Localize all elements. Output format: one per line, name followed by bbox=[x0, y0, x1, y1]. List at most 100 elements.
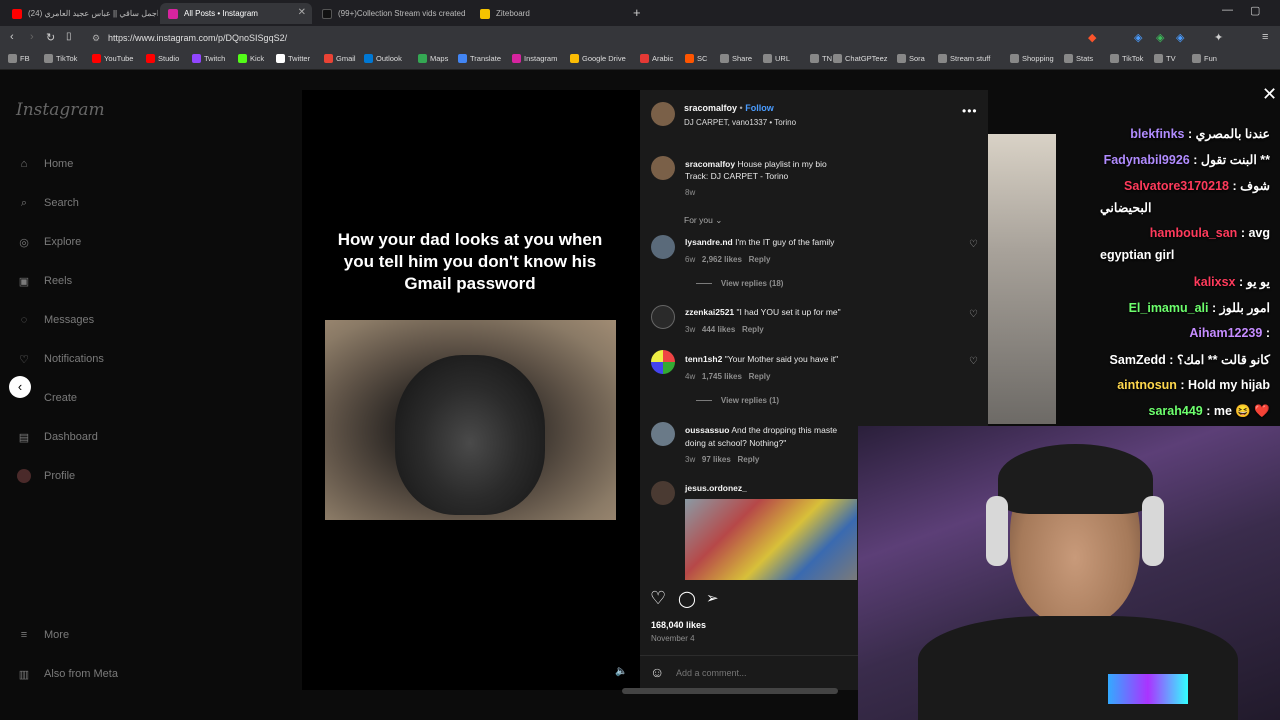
view-replies-button[interactable]: —— View replies (18) bbox=[696, 279, 783, 288]
bookmark-item[interactable]: TikTok bbox=[1110, 54, 1143, 63]
bookmark-item[interactable]: URL bbox=[763, 54, 790, 63]
comment-likes[interactable]: 1,745 likes bbox=[702, 372, 742, 381]
browser-tab-instagram[interactable]: All Posts • Instagram ✕ bbox=[160, 3, 312, 24]
comment-likes[interactable]: 97 likes bbox=[702, 455, 731, 464]
bookmark-icon[interactable]: ▯ bbox=[66, 31, 72, 42]
like-icon[interactable]: ♡ bbox=[650, 588, 666, 609]
comment-likes[interactable]: 2,962 likes bbox=[702, 255, 742, 264]
bookmark-item[interactable]: Sora bbox=[897, 54, 925, 63]
minimize-icon[interactable]: — bbox=[1222, 4, 1233, 16]
sidebar-item-create[interactable]: Create bbox=[16, 390, 77, 406]
view-replies-button[interactable]: —— View replies (1) bbox=[696, 396, 779, 405]
bookmark-item[interactable]: Arabic bbox=[640, 54, 673, 63]
comment-icon[interactable]: ◯ bbox=[678, 589, 696, 609]
extension-icon[interactable]: ◈ bbox=[1156, 31, 1164, 44]
sidebar-item-messages[interactable]: ◌ Messages bbox=[16, 312, 94, 328]
sidebar-item-dashboard[interactable]: ▤ Dashboard bbox=[16, 429, 98, 445]
comment-avatar[interactable] bbox=[651, 422, 675, 446]
sidebar-item-also-from-meta[interactable]: ▥ Also from Meta bbox=[16, 666, 118, 682]
comment-avatar[interactable] bbox=[651, 350, 675, 374]
comment-like-icon[interactable]: ♡ bbox=[969, 357, 979, 367]
author-username[interactable]: sracomalfoy bbox=[684, 103, 737, 113]
share-icon[interactable]: ➢ bbox=[706, 589, 719, 607]
sidebar-item-home[interactable]: ⌂ Home bbox=[16, 156, 74, 172]
bookmark-item[interactable]: Twitch bbox=[192, 54, 225, 63]
reply-button[interactable]: Reply bbox=[749, 372, 771, 381]
bookmark-item[interactable]: ChatGPTeez bbox=[833, 54, 888, 63]
menu-icon[interactable]: ≡ bbox=[1262, 31, 1268, 43]
bookmark-item[interactable]: Shopping bbox=[1010, 54, 1054, 63]
comment-avatar[interactable] bbox=[651, 305, 675, 329]
bookmark-item[interactable]: Stats bbox=[1064, 54, 1093, 63]
comment-username[interactable]: oussassuo bbox=[685, 425, 729, 435]
comment-avatar[interactable] bbox=[651, 235, 675, 259]
bookmark-item[interactable]: TN bbox=[810, 54, 832, 63]
bookmark-item[interactable]: Instagram bbox=[512, 54, 557, 63]
bookmark-item[interactable]: Outlook bbox=[364, 54, 402, 63]
brave-shield-icon[interactable]: ◆ bbox=[1088, 31, 1096, 44]
comment-username[interactable]: tenn1sh2 bbox=[685, 354, 722, 364]
author-avatar[interactable] bbox=[651, 102, 675, 126]
comment-username[interactable]: zzenkai2521 bbox=[685, 307, 734, 317]
reply-button[interactable]: Reply bbox=[749, 255, 771, 264]
comment-gif[interactable] bbox=[685, 499, 857, 580]
bookmark-item[interactable]: Gmail bbox=[324, 54, 356, 63]
reply-button[interactable]: Reply bbox=[738, 455, 760, 464]
emoji-icon[interactable]: ☺ bbox=[650, 664, 664, 680]
bookmark-item[interactable]: Translate bbox=[458, 54, 501, 63]
follow-button[interactable]: Follow bbox=[745, 103, 774, 113]
new-tab-button[interactable]: + bbox=[633, 5, 641, 20]
bookmark-item[interactable]: Google Drive bbox=[570, 54, 626, 63]
reply-button[interactable]: Reply bbox=[742, 325, 764, 334]
add-comment-input[interactable] bbox=[676, 666, 876, 680]
more-options-icon[interactable]: ••• bbox=[962, 104, 978, 118]
bookmark-item[interactable]: Fun bbox=[1192, 54, 1217, 63]
horizontal-scrollbar[interactable] bbox=[622, 688, 838, 694]
extension-icon[interactable]: ◈ bbox=[1134, 31, 1142, 44]
comment-like-icon[interactable]: ♡ bbox=[969, 310, 979, 320]
post-audio[interactable]: DJ CARPET, vano1337 • Torino bbox=[684, 118, 796, 127]
comment-avatar[interactable] bbox=[651, 481, 675, 505]
bookmark-item[interactable]: TikTok bbox=[44, 54, 77, 63]
reload-icon[interactable]: ↻ bbox=[46, 31, 55, 44]
sidebar-item-reels[interactable]: ▣ Reels bbox=[16, 273, 72, 289]
bookmark-item[interactable]: SC bbox=[685, 54, 707, 63]
bookmark-item[interactable]: Studio bbox=[146, 54, 179, 63]
sidebar-item-explore[interactable]: ◎ Explore bbox=[16, 234, 81, 250]
bookmark-item[interactable]: Maps bbox=[418, 54, 448, 63]
bookmark-item[interactable]: Share bbox=[720, 54, 752, 63]
browser-tab-ziteboard[interactable]: Ziteboard bbox=[472, 3, 626, 24]
extension-icon[interactable]: ◈ bbox=[1176, 31, 1184, 44]
bookmark-item[interactable]: YouTube bbox=[92, 54, 133, 63]
extensions-puzzle-icon[interactable]: ✦ bbox=[1214, 31, 1223, 44]
sidebar-item-search[interactable]: ⌕ Search bbox=[16, 195, 79, 211]
comment-username[interactable]: lysandre.nd bbox=[685, 237, 733, 247]
next-post-preview[interactable] bbox=[988, 134, 1056, 424]
sidebar-item-profile[interactable]: Profile bbox=[16, 468, 75, 484]
bookmark-item[interactable]: Kick bbox=[238, 54, 264, 63]
caption-username[interactable]: sracomalfoy bbox=[685, 159, 735, 169]
maximize-icon[interactable]: ▢ bbox=[1250, 4, 1260, 17]
close-icon[interactable]: ✕ bbox=[1262, 84, 1277, 105]
sidebar-item-notifications[interactable]: ♡ Notifications bbox=[16, 351, 104, 367]
caption-avatar[interactable] bbox=[651, 156, 675, 180]
comment-username[interactable]: jesus.ordonez_ bbox=[685, 483, 747, 493]
forward-icon[interactable]: › bbox=[30, 31, 34, 43]
site-info-icon[interactable]: ⚙ bbox=[92, 29, 100, 47]
comment-like-icon[interactable]: ♡ bbox=[969, 240, 979, 250]
bookmark-item[interactable]: Twitter bbox=[276, 54, 310, 63]
url-input[interactable]: ⚙ https://www.instagram.com/p/DQnoSISgqS… bbox=[88, 29, 1008, 47]
mute-icon[interactable]: 🔈 bbox=[615, 666, 627, 677]
instagram-logo[interactable]: Instagram bbox=[16, 100, 105, 120]
browser-tab-youtube[interactable]: (24) اجمل ساقي || عباس عجيد العامري bbox=[4, 3, 158, 24]
browser-tab-tiktok[interactable]: (99+)Collection Stream vids created bbox=[314, 3, 468, 24]
bookmark-item[interactable]: TV bbox=[1154, 54, 1176, 63]
bookmark-item[interactable]: FB bbox=[8, 54, 30, 63]
back-icon[interactable]: ‹ bbox=[10, 31, 14, 43]
comment-likes[interactable]: 444 likes bbox=[702, 325, 735, 334]
bookmark-item[interactable]: Stream stuff bbox=[938, 54, 990, 63]
sidebar-item-more[interactable]: ≡ More bbox=[16, 627, 69, 643]
comment-sort-dropdown[interactable]: For you ⌄ bbox=[684, 215, 722, 226]
like-count[interactable]: 168,040 likes bbox=[651, 620, 706, 630]
close-tab-icon[interactable]: ✕ bbox=[298, 7, 306, 18]
